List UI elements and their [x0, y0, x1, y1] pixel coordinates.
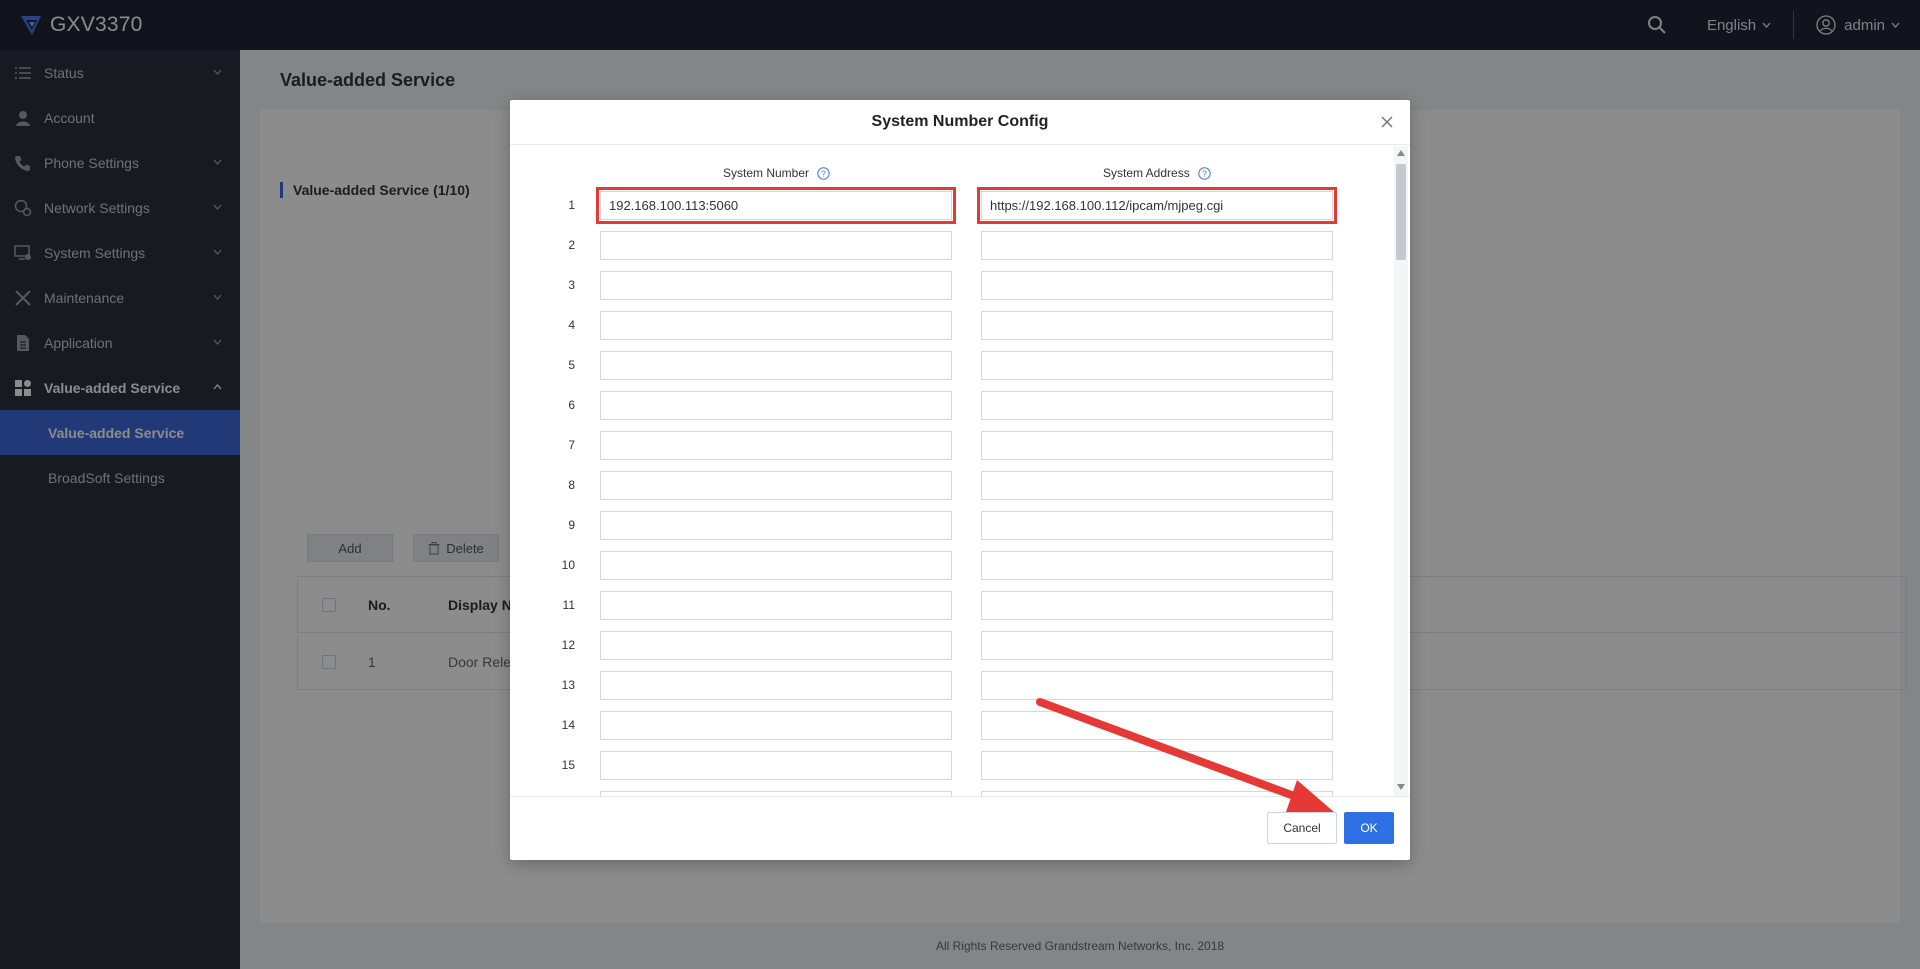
scroll-up-arrow-icon[interactable]: [1397, 150, 1405, 156]
row-index: 11: [562, 598, 575, 612]
ok-button[interactable]: OK: [1344, 812, 1394, 844]
help-icon[interactable]: ?: [1198, 166, 1211, 180]
svg-text:?: ?: [1202, 168, 1207, 178]
column-header-system-address: System Address ?: [1103, 166, 1211, 180]
config-row: 6: [510, 386, 1390, 426]
system-address-input[interactable]: [981, 471, 1333, 500]
system-number-input[interactable]: [600, 631, 952, 660]
cancel-button[interactable]: Cancel: [1267, 812, 1337, 844]
system-number-input[interactable]: [600, 471, 952, 500]
system-address-input[interactable]: [981, 551, 1333, 580]
dialog-footer: Cancel OK: [510, 796, 1410, 860]
system-number-input[interactable]: [600, 671, 952, 700]
scroll-down-arrow-icon[interactable]: [1397, 784, 1405, 790]
row-index: 2: [568, 238, 575, 252]
system-address-input[interactable]: [981, 711, 1333, 740]
system-number-input[interactable]: [600, 711, 952, 740]
config-row: 1 192.168.100.113:5060 https://192.168.1…: [510, 186, 1390, 226]
system-address-input[interactable]: [981, 671, 1333, 700]
row-index: 5: [568, 358, 575, 372]
system-number-input[interactable]: [600, 751, 952, 780]
config-row: 5: [510, 346, 1390, 386]
cancel-button-label: Cancel: [1283, 821, 1321, 835]
row-index: 6: [568, 398, 575, 412]
system-address-input[interactable]: [981, 431, 1333, 460]
row-index: 10: [561, 558, 575, 572]
system-number-input[interactable]: [600, 351, 952, 380]
row-index: 14: [561, 718, 575, 732]
system-address-input[interactable]: [981, 311, 1333, 340]
dialog-header: System Number Config: [510, 100, 1410, 145]
dialog-title: System Number Config: [871, 113, 1049, 130]
system-number-input[interactable]: [600, 431, 952, 460]
row-index: 1: [568, 198, 575, 212]
row-index: 9: [568, 518, 575, 532]
system-number-input[interactable]: [600, 591, 952, 620]
system-address-input[interactable]: [981, 631, 1333, 660]
config-row: 12: [510, 626, 1390, 666]
system-address-input[interactable]: [981, 351, 1333, 380]
config-row: 7: [510, 426, 1390, 466]
column-header-label: System Number: [723, 166, 810, 180]
system-address-input[interactable]: https://192.168.100.112/ipcam/mjpeg.cgi: [977, 187, 1337, 224]
system-number-input[interactable]: [600, 311, 952, 340]
column-header-label: System Address: [1103, 166, 1190, 180]
config-row: 8: [510, 466, 1390, 506]
system-number-input[interactable]: 192.168.100.113:5060: [596, 187, 956, 224]
system-number-input[interactable]: [600, 271, 952, 300]
row-index: 7: [568, 438, 575, 452]
system-number-input[interactable]: [600, 511, 952, 540]
system-number-input[interactable]: [600, 551, 952, 580]
row-index: 3: [568, 278, 575, 292]
config-row: 10: [510, 546, 1390, 586]
system-address-input[interactable]: [981, 391, 1333, 420]
config-row: 9: [510, 506, 1390, 546]
system-number-input[interactable]: [600, 391, 952, 420]
svg-text:?: ?: [821, 168, 826, 178]
system-number-input[interactable]: [600, 231, 952, 260]
row-index: 13: [561, 678, 575, 692]
config-row: 3: [510, 266, 1390, 306]
close-icon[interactable]: [1380, 115, 1394, 129]
system-address-input[interactable]: [981, 271, 1333, 300]
system-number-config-dialog: System Number Config System Number ? Sys…: [510, 100, 1410, 860]
config-row: 2: [510, 226, 1390, 266]
config-row: 15: [510, 746, 1390, 786]
help-icon[interactable]: ?: [817, 166, 830, 180]
config-row: [510, 786, 1390, 796]
row-index: 8: [568, 478, 575, 492]
system-address-input[interactable]: [981, 231, 1333, 260]
system-address-input[interactable]: [981, 751, 1333, 780]
row-index: 15: [561, 758, 575, 772]
column-header-system-number: System Number ?: [723, 166, 830, 180]
config-row: 13: [510, 666, 1390, 706]
row-index: 4: [568, 318, 575, 332]
config-row: 11: [510, 586, 1390, 626]
config-row: 4: [510, 306, 1390, 346]
system-address-input[interactable]: [981, 591, 1333, 620]
dialog-body: System Number ? System Address ? 1 192.1…: [510, 146, 1410, 796]
ok-button-label: OK: [1360, 821, 1378, 835]
row-index: 12: [561, 638, 575, 652]
scrollbar-thumb[interactable]: [1396, 164, 1406, 260]
system-address-input[interactable]: [981, 511, 1333, 540]
config-row: 14: [510, 706, 1390, 746]
dialog-scrollbar[interactable]: [1394, 146, 1408, 796]
